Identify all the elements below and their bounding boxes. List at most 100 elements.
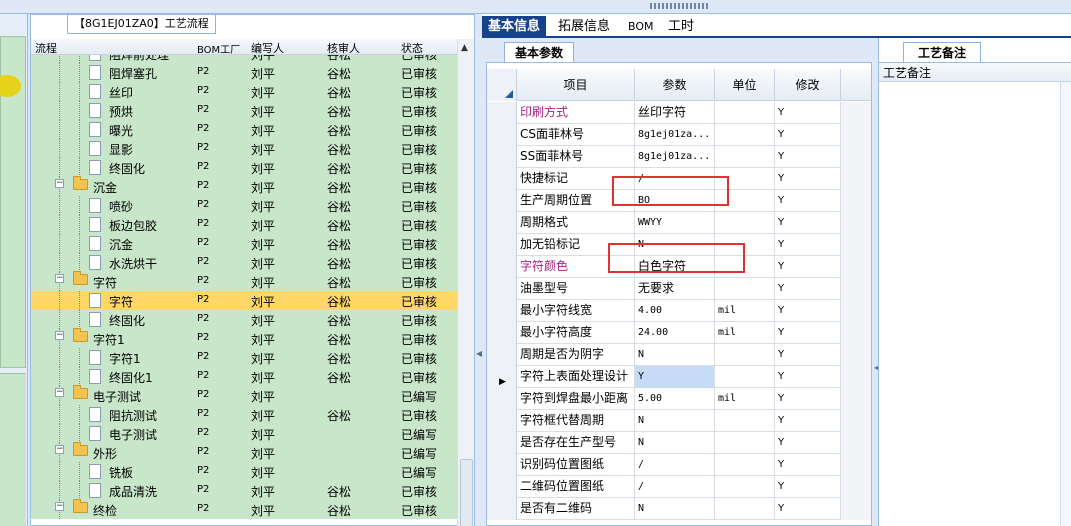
param-modify[interactable]: Y — [775, 366, 841, 388]
tree-row[interactable]: 终固化 P2 刘平 谷松 已审核 — [31, 310, 457, 329]
tree-folder-row[interactable]: − 字符 P2 刘平 谷松 已审核 — [31, 271, 457, 291]
tree-row[interactable]: 字符 P2 刘平 谷松 已审核 — [31, 291, 457, 310]
param-value[interactable]: / — [635, 476, 715, 498]
param-modify[interactable]: Y — [775, 300, 841, 322]
param-row[interactable]: CS面菲林号 8g1ej01za... Y — [487, 124, 871, 146]
row-header[interactable] — [487, 476, 517, 498]
param-value[interactable]: WWYY — [635, 212, 715, 234]
grid-header-unit[interactable]: 单位 — [715, 69, 775, 101]
collapse-toggle-icon[interactable]: − — [55, 502, 64, 511]
param-modify[interactable]: Y — [775, 498, 841, 520]
param-modify[interactable]: Y — [775, 278, 841, 300]
col-header-bom[interactable]: BOM工厂 — [197, 41, 240, 56]
row-header[interactable] — [487, 234, 517, 256]
param-modify[interactable]: Y — [775, 432, 841, 454]
row-header[interactable] — [487, 212, 517, 234]
param-value[interactable]: 8g1ej01za... — [635, 124, 715, 146]
col-header-status[interactable]: 状态 — [401, 40, 423, 56]
param-row[interactable]: 印刷方式 丝印字符 Y — [487, 102, 871, 124]
tree-row[interactable]: 预烘 P2 刘平 谷松 已审核 — [31, 101, 457, 120]
param-row[interactable]: 二维码位置图纸 / Y — [487, 476, 871, 498]
param-modify[interactable]: Y — [775, 454, 841, 476]
collapse-toggle-icon[interactable]: − — [55, 388, 64, 397]
param-row[interactable]: 最小字符高度 24.00 mil Y — [487, 322, 871, 344]
scroll-up-icon[interactable]: ▲ — [461, 43, 468, 53]
collapse-toggle-icon[interactable]: − — [55, 331, 64, 340]
param-value[interactable]: N — [635, 344, 715, 366]
row-header[interactable]: ▶ — [487, 366, 517, 388]
param-row[interactable]: 周期格式 WWYY Y — [487, 212, 871, 234]
grid-corner-sort-icon[interactable] — [487, 69, 517, 101]
row-header[interactable] — [487, 190, 517, 212]
row-header[interactable] — [487, 102, 517, 124]
param-row[interactable]: 周期是否为阴字 N Y — [487, 344, 871, 366]
param-modify[interactable]: Y — [775, 168, 841, 190]
row-header[interactable] — [487, 410, 517, 432]
tree-row[interactable]: 沉金 P2 刘平 谷松 已审核 — [31, 234, 457, 253]
param-value[interactable]: 24.00 — [635, 322, 715, 344]
param-value[interactable]: 丝印字符 — [635, 102, 715, 124]
tree-row[interactable]: 阻焊塞孔 P2 刘平 谷松 已审核 — [31, 63, 457, 82]
tree-row[interactable]: 板边包胶 P2 刘平 谷松 已审核 — [31, 215, 457, 234]
tab-basic-params[interactable]: 基本参数 — [504, 42, 575, 62]
param-value[interactable]: / — [635, 454, 715, 476]
param-modify[interactable]: Y — [775, 124, 841, 146]
collapse-toggle-icon[interactable]: − — [55, 274, 64, 283]
row-header[interactable] — [487, 256, 517, 278]
row-header[interactable] — [487, 300, 517, 322]
row-header[interactable] — [487, 498, 517, 520]
tree-row[interactable]: 终固化 P2 刘平 谷松 已审核 — [31, 158, 457, 177]
param-value[interactable]: N — [635, 410, 715, 432]
tree-row[interactable]: 电子测试 P2 刘平 已编写 — [31, 424, 457, 443]
notes-scrollbar[interactable] — [1060, 82, 1071, 526]
tree-row[interactable]: 曝光 P2 刘平 谷松 已审核 — [31, 120, 457, 139]
row-header[interactable] — [487, 278, 517, 300]
param-modify[interactable]: Y — [775, 410, 841, 432]
param-value[interactable]: Y — [635, 366, 715, 388]
param-value[interactable]: N — [635, 432, 715, 454]
tree-row[interactable]: 阻抗测试 P2 刘平 谷松 已审核 — [31, 405, 457, 424]
col-header-flow[interactable]: 流程 — [35, 40, 57, 56]
param-row[interactable]: 是否存在生产型号 N Y — [487, 432, 871, 454]
tab-process-notes[interactable]: 工艺备注 — [903, 42, 982, 62]
tree-row[interactable]: 铣板 P2 刘平 已编写 — [31, 462, 457, 481]
notes-textarea[interactable] — [879, 82, 1071, 526]
tree-scrollbar[interactable]: ▲ — [457, 39, 474, 526]
tree-folder-row[interactable]: − 字符1 P2 刘平 谷松 已审核 — [31, 328, 457, 348]
grid-header-modify[interactable]: 修改 — [775, 69, 841, 101]
tab-work-hours[interactable]: 工时 — [662, 16, 700, 38]
tab-extended-info[interactable]: 拓展信息 — [552, 16, 616, 38]
param-row[interactable]: 字符框代替周期 N Y — [487, 410, 871, 432]
row-header[interactable] — [487, 344, 517, 366]
tree-folder-row[interactable]: − 沉金 P2 刘平 谷松 已审核 — [31, 176, 457, 196]
param-value[interactable]: N — [635, 498, 715, 520]
row-header[interactable] — [487, 432, 517, 454]
param-modify[interactable]: Y — [775, 234, 841, 256]
param-modify[interactable]: Y — [775, 146, 841, 168]
param-modify[interactable]: Y — [775, 256, 841, 278]
param-value[interactable]: 5.00 — [635, 388, 715, 410]
param-row[interactable]: 油墨型号 无要求 Y — [487, 278, 871, 300]
col-header-writer[interactable]: 编写人 — [251, 40, 284, 56]
row-header[interactable] — [487, 146, 517, 168]
row-header[interactable] — [487, 388, 517, 410]
process-tree-tab[interactable]: 【8G1EJ01ZA0】工艺流程 — [67, 15, 216, 34]
tree-folder-row[interactable]: − 外形 P2 刘平 已编写 — [31, 442, 457, 462]
param-row[interactable]: 最小字符线宽 4.00 mil Y — [487, 300, 871, 322]
param-modify[interactable]: Y — [775, 344, 841, 366]
param-value[interactable]: 无要求 — [635, 278, 715, 300]
tree-folder-row[interactable]: − 电子测试 P2 刘平 已编写 — [31, 385, 457, 405]
splitter-grip[interactable] — [650, 3, 710, 9]
tree-row[interactable]: 显影 P2 刘平 谷松 已审核 — [31, 139, 457, 158]
tab-basic-info[interactable]: 基本信息 — [482, 16, 547, 38]
tree-row[interactable]: 字符1 P2 刘平 谷松 已审核 — [31, 348, 457, 367]
row-header[interactable] — [487, 124, 517, 146]
param-row[interactable]: 字符到焊盘最小距离 5.00 mil Y — [487, 388, 871, 410]
row-header[interactable] — [487, 322, 517, 344]
tree-folder-row[interactable]: − 终检 P2 刘平 谷松 已审核 — [31, 499, 457, 519]
tree-row[interactable]: 阻焊前处理 P2 刘平 谷松 已审核 — [31, 55, 457, 63]
row-header[interactable] — [487, 454, 517, 476]
param-value[interactable]: 4.00 — [635, 300, 715, 322]
tree-row[interactable]: 终固化1 P2 刘平 谷松 已审核 — [31, 367, 457, 386]
param-modify[interactable]: Y — [775, 388, 841, 410]
